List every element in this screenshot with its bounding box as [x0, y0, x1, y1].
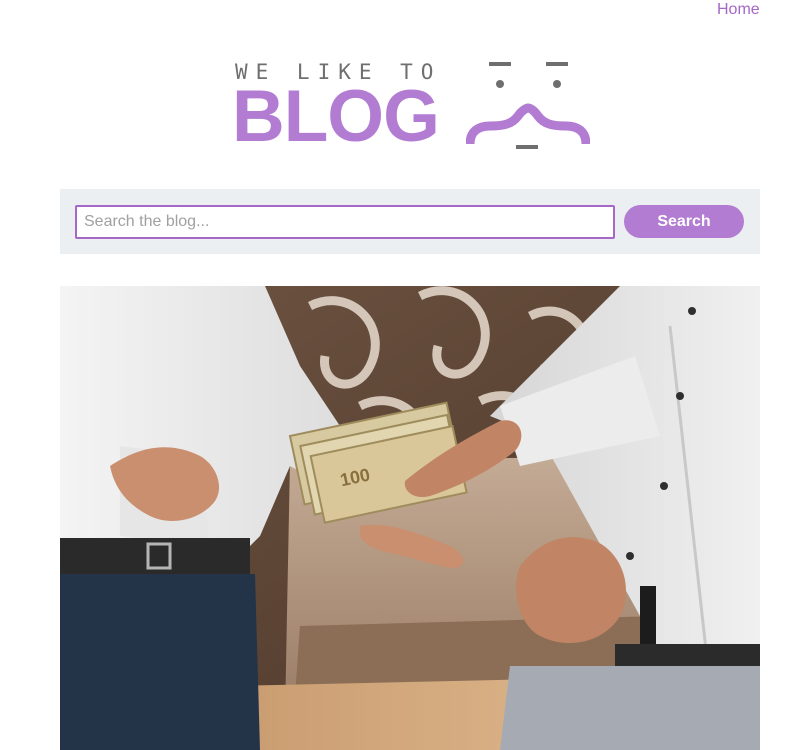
site-logo[interactable]: WE LIKE TO BLOG	[230, 58, 590, 158]
search-bar: Search	[60, 189, 760, 254]
search-button[interactable]: Search	[624, 205, 744, 238]
hero-image[interactable]: 100	[60, 286, 760, 750]
logo-wordmark: BLOG	[232, 76, 440, 157]
search-input[interactable]	[75, 205, 615, 239]
nav-home-link[interactable]: Home	[717, 1, 760, 19]
money-handover-photo: 100	[60, 286, 760, 750]
smiley-face-icon	[466, 62, 590, 149]
